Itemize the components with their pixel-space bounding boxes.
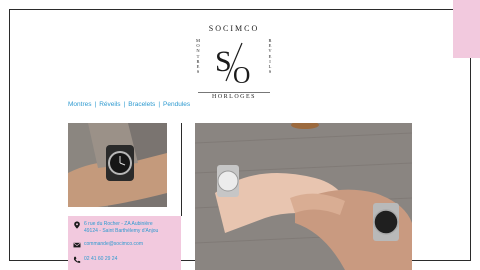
address-line-1: 6 rue du Rocher - ZA Aubinière — [84, 221, 153, 227]
contact-phone-row: 02 41 60 29 24 — [73, 256, 117, 264]
contact-address: 6 rue du Rocher - ZA Aubinière 49124 - S… — [73, 221, 158, 234]
corner-accent — [453, 0, 480, 58]
location-pin-icon — [74, 221, 80, 229]
logo-bottom-word: HORLOGES — [211, 94, 256, 100]
contact-box: 6 rue du Rocher - ZA Aubinière 49124 - S… — [68, 216, 181, 270]
nav-separator: | — [94, 101, 97, 108]
logo-brand-name: SOCIMCO — [208, 24, 260, 33]
photo-hands-watches — [195, 123, 412, 270]
logo-right-word: REVEILS — [268, 38, 272, 75]
address-line-2: 49124 - Saint Barthélemy d'Anjou — [84, 227, 159, 234]
contact-email[interactable]: commande@socimco.com — [84, 241, 143, 248]
logo-left-word: MONTRES — [195, 38, 200, 75]
envelope-icon — [73, 242, 81, 248]
nav-link-pendules[interactable]: Pendules — [163, 101, 190, 108]
photo-wrist-watch — [68, 123, 167, 207]
nav-link-montres[interactable]: Montres — [68, 101, 91, 108]
vertical-divider — [181, 123, 182, 216]
nav-link-bracelets[interactable]: Bracelets — [128, 101, 155, 108]
phone-icon — [73, 256, 81, 263]
logo-rule — [198, 92, 270, 93]
category-nav: Montres | Réveils | Bracelets | Pendules — [68, 101, 190, 108]
contact-email-row: commande@socimco.com — [73, 241, 143, 249]
contact-phone[interactable]: 02 41 60 29 24 — [84, 256, 117, 263]
nav-separator: | — [158, 101, 161, 108]
nav-link-reveils[interactable]: Réveils — [99, 101, 120, 108]
logo-monogram: S O — [215, 42, 250, 87]
nav-separator: | — [123, 101, 126, 108]
brand-logo[interactable]: SOCIMCO MONTRES REVEILS S O HORLOGES — [190, 24, 278, 100]
monogram-o: O — [233, 63, 250, 87]
